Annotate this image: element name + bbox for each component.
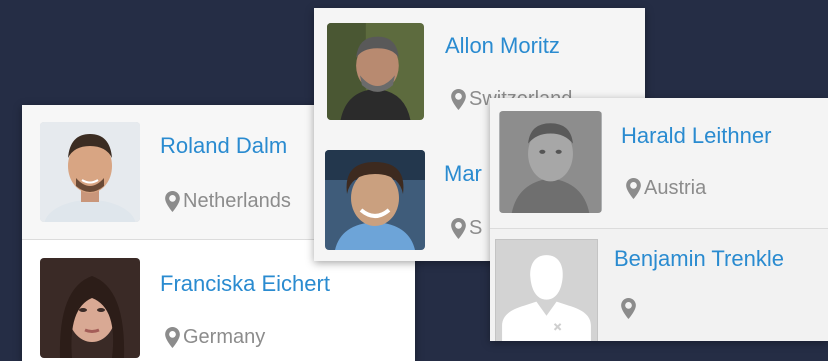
- map-marker-icon: [621, 298, 636, 319]
- location-text: Netherlands: [183, 190, 291, 212]
- avatar-photo-harald: [499, 111, 602, 213]
- location-text: Germany: [183, 326, 266, 348]
- person-location: Netherlands: [165, 189, 291, 213]
- person-name-link[interactable]: Franciska Eichert: [160, 271, 330, 297]
- person-location: S: [451, 216, 482, 240]
- person-name-link[interactable]: Roland Dalm: [160, 133, 287, 159]
- location-text: S: [469, 217, 483, 239]
- list-item: Benjamin Trenkle: [490, 229, 828, 341]
- person-location: Germany: [165, 325, 265, 349]
- person-location: Austria: [626, 176, 706, 200]
- avatar[interactable]: [499, 111, 602, 213]
- map-marker-icon: [451, 88, 466, 110]
- map-marker-icon: [626, 177, 641, 199]
- map-marker-icon: [165, 190, 180, 212]
- avatar[interactable]: [495, 239, 598, 341]
- user-silhouette-icon: [496, 241, 597, 341]
- avatar-photo-allon: [327, 23, 424, 120]
- person-name-link[interactable]: Harald Leithner: [621, 123, 771, 149]
- person-location: [621, 298, 639, 319]
- user-card-right: Harald Leithner Austria Benjamin Trenkle: [490, 98, 828, 341]
- avatar-photo-mar: [325, 150, 425, 250]
- avatar[interactable]: [325, 150, 425, 250]
- person-name-link[interactable]: Mar: [444, 161, 482, 187]
- avatar[interactable]: [40, 122, 140, 222]
- map-marker-icon: [165, 326, 180, 348]
- map-marker-icon: [451, 217, 466, 239]
- person-name-link[interactable]: Allon Moritz: [445, 33, 560, 59]
- list-item: Harald Leithner Austria: [490, 98, 828, 228]
- avatar[interactable]: [40, 258, 140, 358]
- avatar[interactable]: [327, 23, 424, 120]
- location-text: Austria: [644, 177, 707, 199]
- avatar-photo-roland: [40, 122, 140, 222]
- avatar-photo-franciska: [40, 258, 140, 358]
- person-name-link[interactable]: Benjamin Trenkle: [614, 246, 784, 272]
